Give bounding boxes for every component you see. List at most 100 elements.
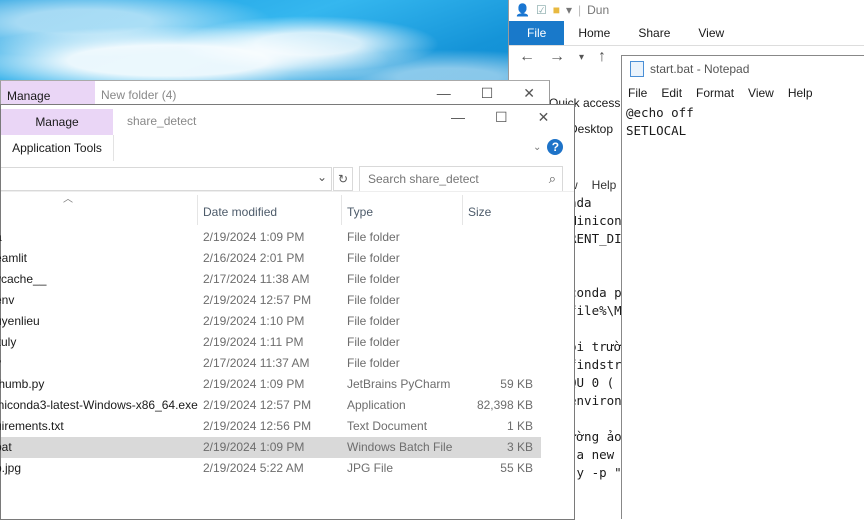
bg-editor-menu: w Help (569, 178, 616, 192)
desktop-item[interactable]: Desktop (569, 122, 613, 136)
window-controls: — ☐ ✕ (451, 109, 549, 126)
file-size: 82,398 KB (476, 398, 533, 412)
back-arrow-icon[interactable]: ← (519, 48, 535, 68)
application-tools-label: Application Tools (1, 135, 114, 161)
manage-tab[interactable]: Manage (1, 109, 113, 135)
file-name: uyenlieu (0, 314, 40, 328)
table-row[interactable]: thumb.py 2/19/2024 1:09 PM JetBrains PyCha… (0, 374, 541, 395)
search-box[interactable]: ⌕ (359, 166, 563, 192)
maximize-icon[interactable]: ☐ (495, 109, 508, 126)
table-row[interactable]: uyenlieu 2/19/2024 1:10 PM File folder (0, 311, 541, 332)
up-arrow-icon[interactable]: ↑ (598, 48, 606, 68)
file-size: 3 KB (506, 440, 533, 454)
table-row[interactable]: p.jpg 2/19/2024 5:22 AM JPG File 55 KB (0, 458, 541, 479)
file-size: 1 KB (506, 419, 533, 433)
file-size: 55 KB (500, 461, 533, 475)
file-date: 2/19/2024 12:57 PM (203, 398, 312, 412)
notepad-menu-format[interactable]: Format (696, 86, 734, 100)
table-row[interactable]: iniconda3-latest-Windows-x86_64.exe 2/19/… (0, 395, 541, 416)
file-name: bat (0, 440, 12, 454)
maximize-icon[interactable]: ☐ (481, 85, 494, 102)
help-icon[interactable]: ? (547, 139, 564, 155)
column-type[interactable]: Type (341, 201, 373, 223)
file-name: ycache__ (0, 272, 47, 286)
notepad-text[interactable]: @echo off SETLOCAL (622, 104, 864, 140)
folder-icon: ■ (552, 3, 560, 17)
file-name: eamlit (0, 251, 28, 265)
file-type: File folder (347, 272, 400, 286)
close-icon[interactable]: ✕ (523, 85, 535, 102)
file-date: 2/19/2024 1:10 PM (203, 314, 305, 328)
file-name: a (0, 227, 2, 248)
table-row[interactable]: bat 2/19/2024 1:09 PM Windows Batch File 3 … (0, 437, 541, 458)
chevron-down-icon[interactable]: ▾ (579, 48, 584, 68)
address-bar[interactable]: ⌄ (1, 167, 332, 191)
notepad-menu-file[interactable]: File (628, 86, 647, 100)
notepad-window[interactable]: start.bat - Notepad File Edit Format Vie… (621, 55, 864, 519)
search-input[interactable] (360, 167, 540, 191)
file-name: uirements.txt (0, 419, 64, 433)
file-name: xuly (0, 335, 17, 349)
minimize-icon[interactable]: — (437, 85, 451, 102)
notepad-menu-help[interactable]: Help (788, 86, 813, 100)
close-icon[interactable]: ✕ (538, 109, 550, 126)
file-name: thumb.py (0, 377, 45, 391)
column-date-modified[interactable]: Date modified (197, 201, 277, 223)
table-row[interactable]: ycache__ 2/17/2024 11:38 AM File folder (0, 269, 541, 290)
chevron-down-icon[interactable]: ⌄ (533, 142, 541, 153)
notepad-titlebar: start.bat - Notepad (622, 56, 864, 82)
search-icon: ⌕ (548, 171, 556, 186)
ribbon-tab-share[interactable]: Share (624, 26, 684, 40)
refresh-icon[interactable]: ↻ (333, 167, 353, 191)
divider (1, 191, 574, 192)
table-row[interactable]: eamlit 2/16/2024 2:01 PM File folder (0, 248, 541, 269)
file-name: env (0, 293, 15, 307)
menu-help[interactable]: Help (592, 178, 617, 192)
file-date: 2/19/2024 1:09 PM (203, 377, 305, 391)
file-type: Windows Batch File (347, 440, 453, 454)
back-explorer-ribbon: File Home Share View (509, 21, 864, 46)
back-explorer-titlebar: 👤 ☑ ■ ▾ | Dun (515, 3, 610, 17)
forward-arrow-icon[interactable]: → (549, 48, 565, 68)
column-size[interactable]: Size (462, 201, 491, 223)
table-row[interactable]: v 2/17/2024 11:37 AM File folder (0, 353, 541, 374)
table-row[interactable]: a 2/19/2024 1:09 PM File folder (0, 227, 541, 248)
checkbox-icon: ☑ (535, 3, 547, 17)
table-row[interactable]: xuly 2/19/2024 1:11 PM File folder (0, 332, 541, 353)
ribbon-tab-home[interactable]: Home (564, 26, 624, 40)
notepad-menu-view[interactable]: View (748, 86, 774, 100)
file-size: 59 KB (500, 377, 533, 391)
file-type: File folder (347, 314, 400, 328)
user-icon: 👤 (515, 3, 530, 17)
code-line: @echo off (626, 105, 694, 120)
dropdown-icon: ▾ (565, 3, 572, 17)
window-title: share_detect (127, 114, 197, 128)
sort-up-icon: ︿ (63, 194, 73, 205)
file-date: 2/16/2024 2:01 PM (203, 251, 305, 265)
ribbon-tab-file[interactable]: File (509, 21, 565, 45)
notepad-menu-edit[interactable]: Edit (661, 86, 682, 100)
file-type: Text Document (347, 419, 428, 433)
table-row[interactable]: uirements.txt 2/19/2024 12:56 PM Text Docu… (0, 416, 541, 437)
file-name: p.jpg (0, 461, 22, 475)
chevron-down-icon[interactable]: ⌄ (317, 170, 327, 184)
file-date: 2/17/2024 11:37 AM (203, 356, 310, 370)
table-row[interactable]: env 2/19/2024 12:57 PM File folder (0, 290, 541, 311)
file-type: File folder (347, 251, 400, 265)
file-type: JPG File (347, 461, 394, 475)
minimize-icon[interactable]: — (451, 109, 465, 126)
file-name: v (0, 353, 1, 374)
ribbon-tab-view[interactable]: View (684, 26, 738, 40)
file-date: 2/19/2024 1:09 PM (203, 230, 305, 244)
notepad-menu: File Edit Format View Help (622, 82, 864, 104)
file-date: 2/19/2024 12:56 PM (203, 419, 312, 433)
notepad-title: start.bat - Notepad (650, 62, 750, 76)
share-detect-explorer-window[interactable]: Manage Application Tools share_detect — … (0, 104, 575, 520)
ribbon-help-row: ⌄ ? (533, 139, 564, 155)
file-type: File folder (347, 356, 400, 370)
back-explorer-nav: ← → ▾ ↑ (519, 48, 606, 68)
file-date: 2/19/2024 12:57 PM (203, 293, 312, 307)
file-type: File folder (347, 335, 400, 349)
back-explorer-title: Dun (587, 3, 610, 17)
file-type: File folder (347, 230, 400, 244)
